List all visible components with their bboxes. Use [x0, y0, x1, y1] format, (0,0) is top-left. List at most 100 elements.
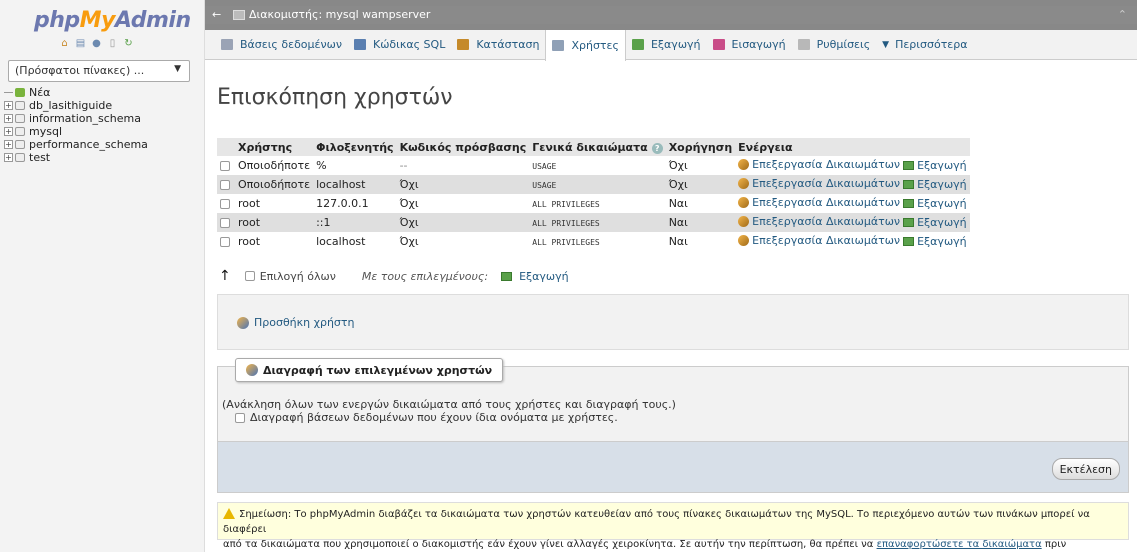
table-row: root::1 Όχι ALL PRIVILEGES Ναι Επεξεργασία Δ… — [217, 213, 970, 232]
reload-icon[interactable]: ↻ — [123, 38, 134, 49]
host-cell: ::1 — [313, 213, 397, 232]
password-cell: Όχι — [396, 194, 530, 213]
expand-icon[interactable]: + — [4, 153, 13, 162]
database-icon[interactable]: ▤ — [75, 38, 86, 49]
logo-my: My — [79, 8, 116, 33]
header-action: Ενέργεια — [735, 138, 970, 156]
action-cell: Επεξεργασία Δικαιωμάτων Εξαγωγή — [735, 213, 970, 232]
user-value: root — [238, 235, 261, 248]
tab-status[interactable]: Κατάσταση — [451, 30, 545, 60]
header-host[interactable]: Φιλοξενητής — [313, 138, 397, 156]
privileges-cell: USAGE — [529, 175, 666, 194]
settings-icon — [797, 39, 810, 50]
tree-item-db[interactable]: + information_schema — [4, 112, 148, 125]
tab-sql[interactable]: Κώδικας SQL — [348, 30, 451, 60]
grant-cell: Ναι — [665, 213, 736, 232]
tab-settings[interactable]: Ρυθμίσεις — [792, 30, 877, 60]
table-row: root 127.0.0.1 Όχι ALL PRIVILEGES Ναι Επεξεργ… — [217, 194, 970, 213]
edit-privileges-link[interactable]: Επεξεργασία Δικαιωμάτων — [738, 234, 900, 247]
database-icon — [15, 114, 25, 123]
docs-icon[interactable]: ▯ — [107, 38, 118, 49]
grant-value: Ναι — [668, 235, 688, 248]
edit-privileges-link[interactable]: Επεξεργασία Δικαιωμάτων — [738, 215, 900, 228]
user-cell: Οποιοδήποτε — [235, 156, 314, 175]
export-icon — [903, 218, 915, 227]
edit-privileges-link[interactable]: Επεξεργασία Δικαιωμάτων — [738, 158, 900, 171]
expand-icon[interactable]: + — [4, 127, 13, 136]
tab-label: Ρυθμίσεις — [816, 38, 871, 51]
phpmyadmin-logo[interactable]: phpMyAdmin — [34, 8, 191, 33]
header-grant[interactable]: Χορήγηση — [665, 138, 736, 156]
export-user-link[interactable]: Εξαγωγή — [900, 216, 967, 229]
drop-databases-checkbox[interactable] — [235, 412, 245, 423]
delete-users-footer: Εκτέλεση — [217, 441, 1129, 493]
help-icon[interactable]: ? — [651, 142, 663, 154]
privileges-cell: ALL PRIVILEGES — [529, 194, 666, 213]
bulk-action-row: ↑ Επιλογή όλων Με τους επιλεγμένους: Εξα… — [219, 268, 569, 284]
help-icon[interactable]: ● — [91, 38, 102, 49]
user-cell: Οποιοδήποτε — [235, 175, 314, 194]
row-checkbox[interactable] — [220, 218, 230, 228]
import-icon — [712, 39, 725, 50]
export-user-link[interactable]: Εξαγωγή — [900, 235, 967, 248]
privileges-cell: ALL PRIVILEGES — [529, 213, 666, 232]
export-user-link[interactable]: Εξαγωγή — [900, 178, 967, 191]
tree-item-db[interactable]: + db_lasithiguide — [4, 99, 148, 112]
tab-databases[interactable]: Βάσεις δεδομένων — [215, 30, 348, 60]
navigation-sidebar: phpMyAdmin ⌂ ▤ ● ▯ ↻ (Πρόσφατοι πίνακες)… — [0, 0, 205, 552]
home-icon[interactable]: ⌂ — [59, 38, 70, 49]
header-user[interactable]: Χρήστης — [235, 138, 314, 156]
expand-icon[interactable]: + — [4, 114, 13, 123]
drop-databases-option: Διαγραφή βάσεων δεδομένων που έχουν ίδια… — [235, 411, 618, 424]
row-checkbox[interactable] — [220, 161, 230, 171]
edit-privileges-link[interactable]: Επεξεργασία Δικαιωμάτων — [738, 196, 900, 209]
row-checkbox-cell — [217, 194, 235, 213]
drop-databases-label[interactable]: Διαγραφή βάσεων δεδομένων που έχουν ίδια… — [250, 411, 618, 424]
tab-label: Χρήστες — [571, 38, 619, 52]
privileges-cell: USAGE — [529, 156, 666, 175]
go-button[interactable]: Εκτέλεση — [1051, 458, 1120, 480]
host-value: ::1 — [316, 216, 331, 229]
table-row: Οποιοδήποτε localhost Όχι USAGE Όχι Επεξεργασ… — [217, 175, 970, 194]
tab-more[interactable]: ▼ Περισσότερα — [876, 30, 973, 60]
back-arrow-icon[interactable]: ← — [212, 6, 221, 24]
select-all-checkbox[interactable] — [244, 271, 255, 281]
password-cell: -- — [396, 156, 530, 175]
collapse-icon[interactable]: ⌃ — [1118, 6, 1127, 24]
sql-icon — [353, 39, 366, 50]
header-global-privileges[interactable]: Γενικά δικαιώματα? — [529, 138, 666, 156]
tab-users[interactable]: Χρήστες — [545, 29, 626, 61]
tab-import[interactable]: Εισαγωγή — [707, 30, 792, 60]
recent-tables-select[interactable]: (Πρόσφατοι πίνακες) ... ▼ — [8, 60, 190, 82]
export-selected-button[interactable]: Εξαγωγή — [498, 270, 569, 283]
expand-icon[interactable]: + — [4, 140, 13, 149]
row-checkbox[interactable] — [220, 180, 230, 190]
export-icon — [903, 161, 915, 170]
tree-item-db[interactable]: + performance_schema — [4, 138, 148, 151]
export-user-link[interactable]: Εξαγωγή — [900, 159, 967, 172]
edit-privileges-label: Επεξεργασία Δικαιωμάτων — [752, 177, 901, 190]
reload-privileges-link[interactable]: επαναφορτώσετε τα δικαιώματα — [877, 539, 1042, 550]
expand-icon[interactable]: + — [4, 101, 13, 110]
edit-privileges-label: Επεξεργασία Δικαιωμάτων — [752, 196, 901, 209]
row-checkbox-cell — [217, 156, 235, 175]
recent-tables-value: (Πρόσφατοι πίνακες) ... — [15, 64, 145, 77]
tab-export[interactable]: Εξαγωγή — [626, 30, 707, 60]
server-breadcrumb[interactable]: Διακομιστής: mysql wampserver — [249, 6, 430, 24]
select-all-label[interactable]: Επιλογή όλων — [260, 270, 336, 283]
grant-cell: Ναι — [665, 232, 736, 251]
edit-privileges-link[interactable]: Επεξεργασία Δικαιωμάτων — [738, 177, 900, 190]
tree-item-new[interactable]: Νέα — [4, 86, 148, 99]
privileges-value: USAGE — [532, 162, 557, 171]
tree-item-db[interactable]: + test — [4, 151, 148, 164]
export-user-link[interactable]: Εξαγωγή — [900, 197, 967, 210]
chevron-down-icon: ▼ — [174, 64, 181, 74]
host-cell: 127.0.0.1 — [313, 194, 397, 213]
tab-label: Εξαγωγή — [650, 38, 701, 51]
header-password[interactable]: Κωδικός πρόσβασης — [396, 138, 530, 156]
add-user-link[interactable]: Προσθήκη χρήστη — [237, 316, 354, 329]
edit-privileges-icon — [738, 178, 750, 189]
tree-item-db[interactable]: + mysql — [4, 125, 148, 138]
row-checkbox[interactable] — [220, 199, 230, 209]
row-checkbox[interactable] — [220, 237, 230, 247]
